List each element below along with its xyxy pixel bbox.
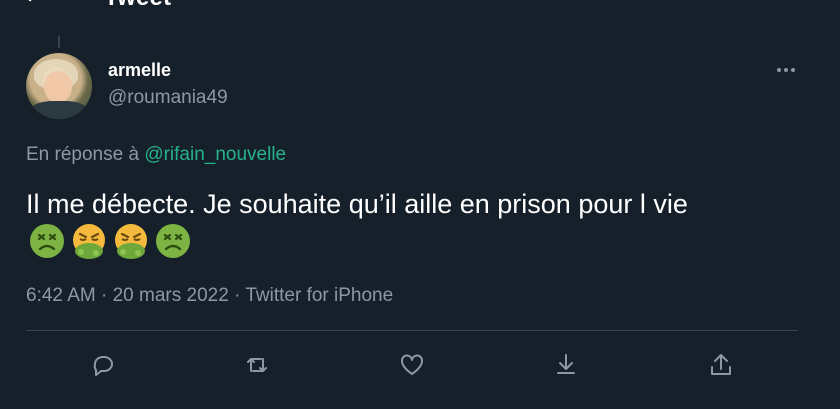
user-handle[interactable]: @roumania49	[108, 87, 228, 109]
avatar-shirt	[30, 101, 88, 119]
tweet-time[interactable]: 6:42 AM	[26, 285, 96, 306]
thread-line	[58, 36, 60, 48]
face-vomiting-icon	[70, 222, 108, 260]
tweet-text: Il me débecte. Je souhaite qu’il aille e…	[26, 189, 688, 219]
avatar-face	[44, 71, 72, 103]
tweet-date[interactable]: 20 mars 2022	[113, 285, 229, 306]
retweet-icon[interactable]	[240, 348, 274, 382]
meta-separator: ·	[95, 285, 113, 306]
tweet-metadata: 6:42 AM · 20 mars 2022 · Twitter for iPh…	[26, 285, 393, 307]
emoji-row	[28, 222, 192, 260]
page-title: Tweet	[104, 0, 171, 12]
face-vomiting-icon	[112, 222, 150, 260]
reply-to-link[interactable]: @rifain_nouvelle	[144, 144, 286, 165]
nauseated-face-icon	[28, 222, 66, 260]
more-options-icon[interactable]	[772, 60, 802, 80]
display-name[interactable]: armelle	[108, 60, 171, 81]
bookmark-icon[interactable]	[549, 348, 583, 382]
top-bar: Tweet	[0, 0, 840, 14]
reply-prefix: En réponse à	[26, 144, 145, 165]
divider	[26, 330, 798, 331]
nauseated-face-icon	[154, 222, 192, 260]
back-arrow-icon[interactable]	[26, 0, 46, 8]
meta-separator: ·	[228, 285, 246, 306]
avatar[interactable]	[26, 53, 92, 119]
like-icon[interactable]	[395, 348, 429, 382]
share-icon[interactable]	[704, 348, 738, 382]
reply-icon[interactable]	[86, 348, 120, 382]
reply-context: En réponse à @rifain_nouvelle	[26, 144, 286, 166]
tweet-source[interactable]: Twitter for iPhone	[245, 285, 393, 306]
